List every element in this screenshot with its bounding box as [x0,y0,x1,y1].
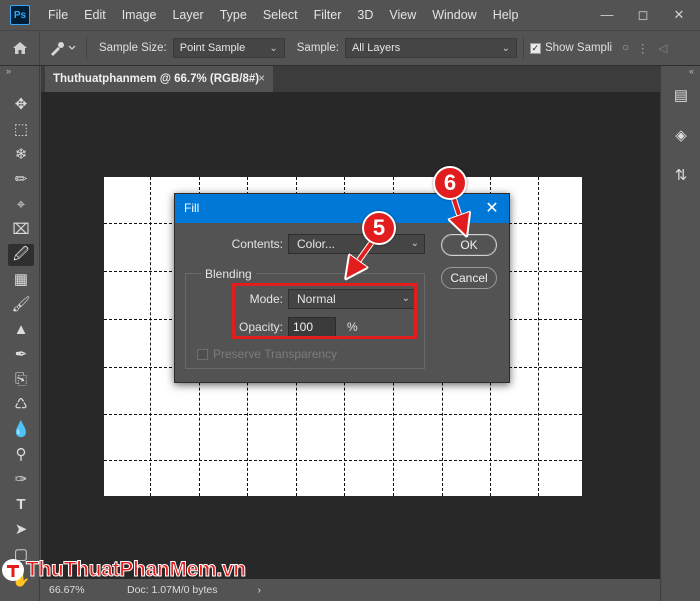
pen-tool-icon[interactable]: ✑ [8,469,34,491]
chevron-down-icon: ⌄ [501,42,510,54]
home-icon[interactable] [0,31,40,65]
close-icon[interactable]: ✕ [664,0,694,30]
eraser-tool-icon[interactable]: ⎘ [8,369,34,391]
move-tool-icon[interactable]: ✥ [8,94,34,116]
status-menu-arrow[interactable]: › [257,584,261,596]
photoshop-logo: Ps [10,5,30,25]
grid-line [150,177,151,496]
brush-tool-icon[interactable]: 🖌 [8,294,34,316]
maximize-icon[interactable]: ◻ [628,0,658,30]
dialog-title: Fill [184,201,200,215]
watermark-logo-icon [2,559,24,581]
properties-icon[interactable]: ▤ [669,84,693,108]
contents-label: Contents: [231,237,283,251]
zoom-level[interactable]: 66.67% [49,584,111,596]
chevron-down-icon: ⌄ [410,238,419,249]
menu-layer[interactable]: Layer [164,0,211,30]
document-tab-title: Thuthuatphanmem @ 66.7% (RGB/8#) [53,73,260,85]
options-bar: Sample Size: Point Sample ⌄ Sample: All … [0,30,700,66]
grid-line [104,460,582,461]
show-sampling-label: Show Sampli [544,42,613,54]
menu-select[interactable]: Select [255,0,306,30]
grid-line [538,177,539,496]
watermark: ThuThuatPhanMem.vn [0,556,247,584]
paint-bucket-tool-icon[interactable]: ♺ [8,394,34,416]
healing-brush-tool-icon[interactable]: ▦ [8,269,34,291]
sample-value: All Layers [351,42,401,54]
contents-select[interactable]: Color... ⌄ [288,234,425,254]
preserve-transparency-checkbox [197,349,208,360]
preserve-transparency-label: Preserve Transparency [213,347,338,361]
right-panel-dock: « ▤ ◈ ⇅ [660,66,700,601]
dialog-title-bar: Fill ✕ [175,194,509,223]
blur-tool-icon[interactable]: 💧 [8,419,34,441]
type-tool-icon[interactable]: T [8,494,34,516]
document-tab-bar: Thuthuatphanmem @ 66.7% (RGB/8#) × [41,66,660,92]
watermark-text: ThuThuatPhanMem.vn [26,558,247,582]
contents-value: Color... [297,237,336,251]
frame-tool-icon[interactable]: ⌧ [8,219,34,241]
cancel-button[interactable]: Cancel [441,267,497,289]
sample-label: Sample: [296,42,339,54]
sample-size-value: Point Sample [179,42,246,54]
ring-icon: ○ [622,42,630,54]
marquee-tool-icon[interactable]: ⬚ [8,119,34,141]
eyedropper-tool-icon[interactable]: 🖉 [8,244,34,266]
menu-3d[interactable]: 3D [349,0,381,30]
menu-filter[interactable]: Filter [306,0,350,30]
layers-icon[interactable]: ◈ [669,124,693,148]
history-brush-tool-icon[interactable]: ✒ [8,344,34,366]
mode-opacity-highlight [232,283,417,339]
crop-tool-icon[interactable]: ⌖ [8,194,34,216]
menu-edit[interactable]: Edit [76,0,114,30]
overflow-icon[interactable]: ⋮ [637,41,649,55]
expand-icon[interactable]: « [689,66,694,76]
menu-image[interactable]: Image [114,0,165,30]
quick-select-tool-icon[interactable]: ✏ [8,169,34,191]
lasso-tool-icon[interactable]: ❄ [8,144,34,166]
ok-button[interactable]: OK [441,234,497,256]
minimize-icon[interactable]: — [592,0,622,30]
eyedropper-preset-icon[interactable] [40,31,86,65]
step-5-badge: 5 [362,211,396,245]
chevron-down-icon: ⌄ [269,42,278,54]
menu-file[interactable]: File [40,0,76,30]
collapse-icon[interactable]: » [6,66,11,76]
triangle-icon: ◁ [658,43,668,55]
menu-view[interactable]: View [381,0,424,30]
tab-close-icon[interactable]: × [258,66,265,92]
menu-window[interactable]: Window [424,0,484,30]
sample-select[interactable]: All Layers ⌄ [344,38,517,58]
dodge-tool-icon[interactable]: ⚲ [8,444,34,466]
menu-bar: Ps File Edit Image Layer Type Select Fil… [0,0,700,30]
sample-size-label: Sample Size: [99,42,167,54]
step-6-badge: 6 [433,166,467,200]
tools-panel: » ✥ ⬚ ❄ ✏ ⌖ ⌧ 🖉 ▦ 🖌 ▲ ✒ ⎘ ♺ 💧 ⚲ ✑ T ➤ ▢ … [0,66,40,601]
menu-help[interactable]: Help [485,0,527,30]
path-select-tool-icon[interactable]: ➤ [8,519,34,541]
channels-icon[interactable]: ⇅ [669,164,693,188]
sample-size-select[interactable]: Point Sample ⌄ [172,38,285,58]
dialog-close-icon[interactable]: ✕ [481,194,503,223]
grid-line [104,414,582,415]
blending-label: Blending [201,267,256,281]
menu-type[interactable]: Type [212,0,255,30]
clone-stamp-tool-icon[interactable]: ▲ [8,319,34,341]
show-sampling-checkbox[interactable]: ✓ [529,42,541,54]
document-tab[interactable]: Thuthuatphanmem @ 66.7% (RGB/8#) × [45,66,273,92]
doc-size: Doc: 1.07M/0 bytes [127,584,218,596]
